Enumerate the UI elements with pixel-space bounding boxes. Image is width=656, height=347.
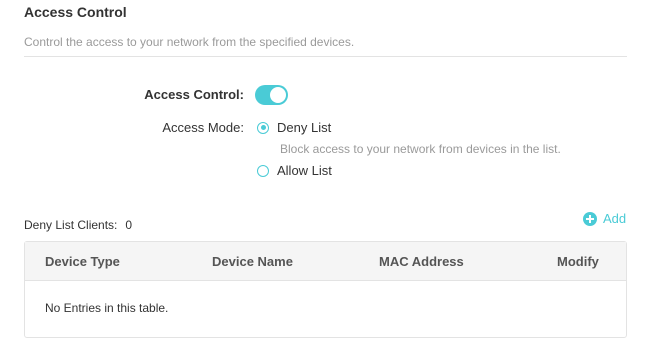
column-header-mac-address: MAC Address (379, 254, 464, 269)
toggle-knob (270, 87, 286, 103)
add-button-label: Add (603, 211, 627, 226)
column-header-device-type: Device Type (45, 254, 120, 269)
table-empty-message: No Entries in this table. (45, 301, 169, 315)
clients-count: 0 (125, 218, 133, 232)
deny-list-hint: Block access to your network from device… (280, 142, 561, 156)
access-control-toggle[interactable] (255, 85, 288, 105)
allow-list-option[interactable]: Allow List (257, 163, 332, 178)
clients-table: Device Type Device Name MAC Address Modi… (24, 241, 627, 338)
table-header: Device Type Device Name MAC Address Modi… (25, 242, 626, 281)
deny-list-radio[interactable] (257, 121, 269, 134)
access-mode-label: Access Mode: (162, 120, 244, 135)
section-title: Access Control (24, 4, 127, 20)
section-description: Control the access to your network from … (24, 35, 355, 49)
access-control-label: Access Control: (144, 87, 244, 102)
deny-list-option[interactable]: Deny List (257, 120, 331, 135)
clients-label: Deny List Clients: (24, 218, 118, 232)
column-header-modify: Modify (557, 254, 599, 269)
plus-circle-icon (583, 211, 597, 226)
clients-count-row: Deny List Clients: 0 (24, 218, 132, 232)
section-divider (24, 56, 627, 57)
column-header-device-name: Device Name (212, 254, 293, 269)
allow-list-label: Allow List (277, 163, 332, 178)
deny-list-label: Deny List (277, 120, 332, 135)
allow-list-radio[interactable] (257, 164, 269, 177)
add-button[interactable]: Add (583, 211, 626, 226)
access-control-page: Access Control Control the access to you… (0, 0, 656, 347)
